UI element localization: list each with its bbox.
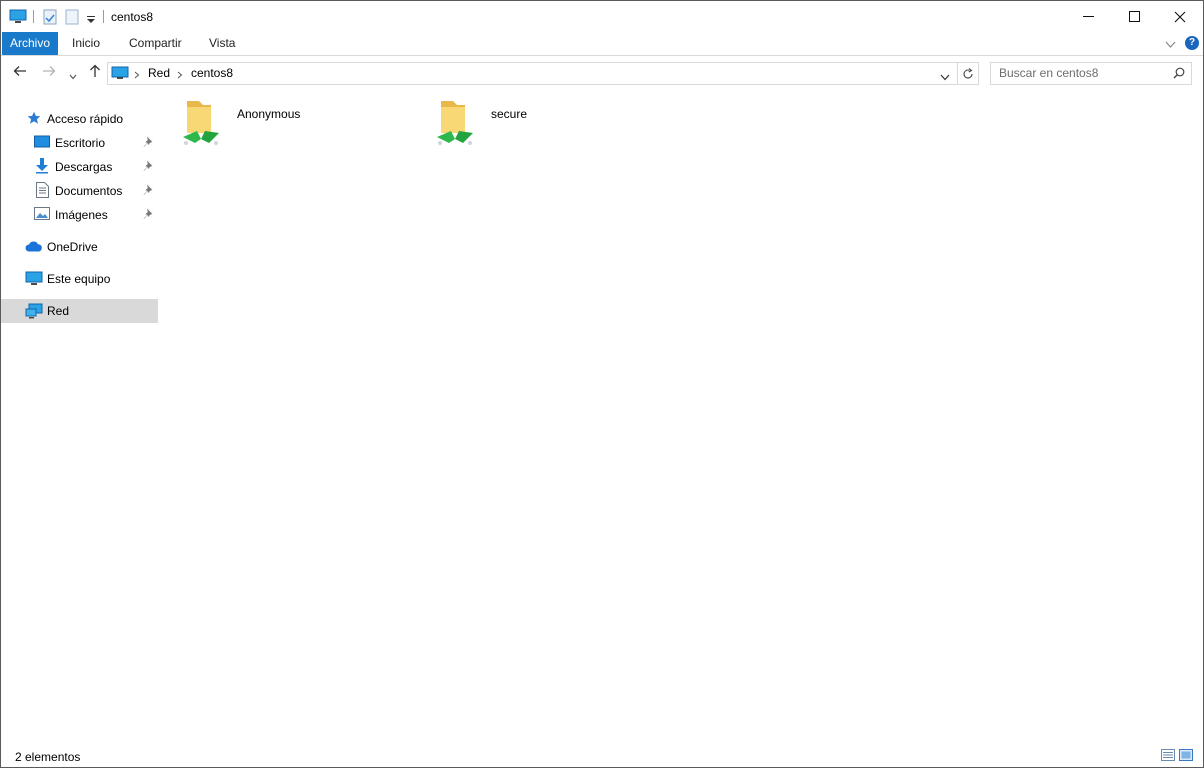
status-bar: 2 elementos: [1, 745, 1203, 767]
network-icon: [25, 303, 43, 322]
forward-arrow-icon[interactable]: [42, 64, 56, 81]
nav-item-documentos[interactable]: Documentos: [1, 179, 158, 203]
title-bar: centos8: [1, 1, 1203, 32]
breadcrumb-separator-icon[interactable]: [134, 68, 140, 82]
window-title: centos8: [111, 10, 154, 24]
network-share-folder-icon: [435, 97, 475, 152]
pin-icon[interactable]: [143, 136, 153, 151]
large-icons-view-icon[interactable]: [1179, 749, 1193, 764]
properties-icon[interactable]: [43, 9, 57, 28]
refresh-button[interactable]: [957, 63, 978, 84]
refresh-icon: [963, 67, 973, 79]
desktop-icon: [34, 135, 50, 152]
share-item-name: Anonymous: [237, 107, 301, 121]
tab-archivo[interactable]: Archivo: [2, 32, 59, 55]
search-icon[interactable]: [1173, 67, 1185, 82]
nav-network[interactable]: Red: [1, 299, 158, 323]
share-item-anonymous[interactable]: Anonymous: [171, 95, 411, 151]
help-button[interactable]: ?: [1185, 36, 1199, 50]
computer-icon: [25, 271, 43, 289]
network-share-folder-icon: [181, 97, 221, 152]
pictures-icon: [34, 207, 50, 223]
file-list: Anonymous secure: [167, 91, 1197, 741]
details-view-icon[interactable]: [1161, 749, 1175, 764]
nav-quick-access-label: Acceso rápido: [47, 112, 124, 126]
nav-item-descargas[interactable]: Descargas: [1, 155, 158, 179]
nav-item-label: Documentos: [55, 184, 123, 198]
customize-dropdown-icon[interactable]: [87, 13, 95, 27]
nav-quick-access[interactable]: Acceso rápido: [1, 107, 158, 131]
nav-item-imagenes[interactable]: Imágenes: [1, 203, 158, 227]
pin-icon[interactable]: [143, 208, 153, 223]
search-input[interactable]: [991, 63, 1169, 82]
this-pc-icon[interactable]: [9, 9, 27, 27]
network-location-icon: [111, 66, 129, 83]
tab-compartir[interactable]: Compartir: [129, 32, 182, 55]
nav-this-pc[interactable]: Este equipo: [1, 267, 158, 291]
view-toggle-group: [1161, 749, 1193, 764]
toolbar-separator: [103, 10, 104, 23]
new-folder-icon[interactable]: [65, 9, 79, 28]
nav-item-label: Imágenes: [55, 208, 108, 222]
nav-item-label: Descargas: [55, 160, 113, 174]
downloads-icon: [35, 158, 49, 177]
expand-ribbon-chevron-icon[interactable]: [1165, 38, 1176, 52]
recent-locations-chevron-icon[interactable]: [69, 69, 77, 83]
maximize-icon: [1128, 11, 1140, 22]
nav-item-escritorio[interactable]: Escritorio: [1, 131, 158, 155]
navigation-pane: Acceso rápido Escritorio Descargas Docum…: [1, 91, 159, 741]
address-bar[interactable]: Red centos8: [107, 62, 979, 85]
pin-icon[interactable]: [143, 160, 153, 175]
share-item-secure[interactable]: secure: [425, 95, 665, 151]
toolbar-separator: [33, 10, 34, 23]
close-button[interactable]: [1157, 1, 1203, 32]
breadcrumb-separator-icon[interactable]: [177, 68, 183, 82]
close-icon: [1174, 11, 1186, 22]
back-arrow-icon[interactable]: [13, 64, 27, 81]
minimize-button[interactable]: [1065, 1, 1111, 32]
item-count: 2 elementos: [15, 750, 81, 764]
search-box: [990, 62, 1192, 85]
breadcrumb-red[interactable]: Red: [148, 66, 170, 80]
explorer-window: centos8 Archivo Inicio Compartir Vista ?: [0, 0, 1204, 768]
address-history-chevron-icon[interactable]: [940, 70, 950, 84]
minimize-icon: [1082, 16, 1094, 17]
documents-icon: [36, 182, 49, 201]
navigation-bar: Red centos8: [1, 56, 1203, 89]
up-arrow-icon[interactable]: [88, 64, 102, 81]
nav-this-pc-label: Este equipo: [47, 272, 111, 286]
ribbon-tabs: Archivo Inicio Compartir Vista ?: [1, 32, 1203, 56]
tab-vista[interactable]: Vista: [209, 32, 235, 55]
nav-item-label: Escritorio: [55, 136, 106, 150]
star-icon: [27, 111, 41, 128]
breadcrumb-centos8[interactable]: centos8: [191, 66, 233, 80]
nav-onedrive[interactable]: OneDrive: [1, 235, 158, 259]
tab-inicio[interactable]: Inicio: [72, 32, 100, 55]
share-item-name: secure: [491, 107, 528, 121]
nav-onedrive-label: OneDrive: [47, 240, 98, 254]
onedrive-cloud-icon: [25, 241, 43, 255]
pin-icon[interactable]: [143, 184, 153, 199]
nav-network-label: Red: [47, 304, 70, 318]
maximize-button[interactable]: [1111, 1, 1157, 32]
